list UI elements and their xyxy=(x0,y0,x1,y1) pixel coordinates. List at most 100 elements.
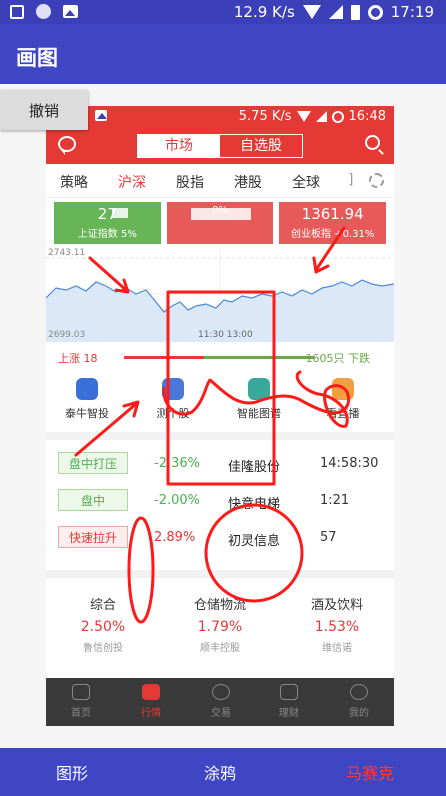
stock-name: 佳隆股份 xyxy=(228,460,281,475)
sector-item: 仓储物流 1.79% 顺丰控股 xyxy=(165,594,275,654)
alert-tag: 盘中打压 xyxy=(58,452,128,474)
index-card-chinext: 1361.94 创业板指 +0.31% xyxy=(279,202,387,244)
feature-live: 看直播 xyxy=(308,378,378,421)
notification-icon xyxy=(10,4,24,19)
undo-button[interactable]: 撤销 xyxy=(0,90,88,130)
nav-label: 首页 xyxy=(71,708,91,719)
stock-name: 初灵信息 xyxy=(228,534,281,549)
search-icon xyxy=(365,135,380,150)
sector-name: 综合 xyxy=(89,598,116,613)
sector-item: 综合 2.50% 鲁信创投 xyxy=(48,594,158,654)
drawing-toolbar: 图形 涂鸦 马赛克 xyxy=(0,748,446,796)
advance-bar xyxy=(124,356,204,359)
inner-status-bar: 5.75 K/s 16:48 xyxy=(46,106,394,128)
advance-decline: 上涨 18 1605只 下跌 xyxy=(54,350,386,366)
segment-market: 市场 xyxy=(138,135,220,157)
sector-leader: 维信诺 xyxy=(322,643,352,654)
nav-market: 行情 xyxy=(126,684,176,719)
image-notification-icon xyxy=(63,5,78,18)
sector-change: 2.50% xyxy=(80,619,126,635)
chat-icon xyxy=(58,136,76,155)
index-card-shenzhen: 0% xyxy=(166,202,274,244)
feature-row: 泰牛智投 测个股 智能图谱 看直播 xyxy=(46,374,394,428)
feature-smart-graph: 智能图谱 xyxy=(224,378,294,421)
sector-leader: 顺丰控股 xyxy=(200,643,240,654)
nav-home: 首页 xyxy=(56,684,106,719)
sector-name: 酒及饮料 xyxy=(310,598,363,613)
alert-time: 14:58:30 xyxy=(320,456,379,471)
mosaic-tool-button[interactable]: 马赛克 xyxy=(346,760,394,784)
chart-time-label: 11:30 13:00 xyxy=(198,330,253,340)
alert-tag: 快速拉升 xyxy=(58,526,128,548)
feature-label: 泰牛智投 xyxy=(65,407,109,420)
alert-list: 盘中打压 -2.36% 佳隆股份 14:58:30 盘中 -2.00% 快意电梯… xyxy=(46,444,394,555)
trade-icon xyxy=(212,684,230,700)
network-speed: 12.9 K/s xyxy=(233,3,295,21)
inner-bottom-nav: 首页 行情 交易 理财 我的 xyxy=(46,678,394,726)
index-value: 27 xyxy=(97,205,117,223)
market-icon xyxy=(142,684,160,700)
index-cards: 27 上证指数 5% 0% 1361.94 创业板指 +0.31% xyxy=(54,202,387,244)
stock-name: 快意电梯 xyxy=(228,497,281,512)
index-name: 上证指数 xyxy=(77,229,118,240)
inner-header: 市场 自选股 xyxy=(46,128,394,164)
alert-tag: 盘中 xyxy=(58,489,128,511)
stock-test-icon xyxy=(162,378,184,400)
divider xyxy=(46,432,394,440)
sync-icon xyxy=(367,4,383,20)
divider xyxy=(46,570,394,578)
circle-notification-icon xyxy=(36,4,51,19)
nav-profile: 我的 xyxy=(334,684,384,719)
smart-invest-icon xyxy=(76,378,98,400)
tab-shanghai-shenzhen: 沪深 xyxy=(118,175,146,191)
inner-network-speed: 5.75 K/s xyxy=(238,109,292,124)
sector-item: 酒及饮料 1.53% 维信诺 xyxy=(282,594,392,654)
chart-svg xyxy=(46,246,394,342)
intraday-chart: 2743.11 2699.03 11:30 13:00 xyxy=(46,246,394,342)
profile-icon xyxy=(350,684,368,700)
inner-wifi-icon xyxy=(296,111,311,122)
app-bar: 画图 xyxy=(0,24,446,84)
chart-low-label: 2699.03 xyxy=(48,330,86,340)
list-item: 快速拉升 2.89% 初灵信息 57 xyxy=(46,518,394,555)
tab-hongkong: 港股 xyxy=(234,175,262,191)
sector-leader: 鲁信创投 xyxy=(83,643,123,654)
screenshot-canvas[interactable]: 5.75 K/s 16:48 市场 自选股 策略 沪深 股指 港股 全球 ] 2… xyxy=(46,106,394,726)
wifi-icon xyxy=(302,5,321,19)
sector-change: 1.53% xyxy=(314,619,360,635)
gear-icon xyxy=(369,173,384,188)
feature-label: 测个股 xyxy=(156,407,190,420)
segment-watchlist: 自选股 xyxy=(240,138,282,154)
shape-tool-button[interactable]: 图形 xyxy=(56,760,88,784)
decline-count: 1605只 下跌 xyxy=(305,352,371,365)
index-card-shanghai: 27 上证指数 5% xyxy=(54,202,161,244)
index-change: +0.31% xyxy=(334,229,375,240)
nav-label: 行情 xyxy=(141,708,161,719)
battery-icon xyxy=(350,4,360,20)
tab-strategy: 策略 xyxy=(60,175,88,191)
alert-change: -2.00% xyxy=(154,493,200,508)
advance-count: 上涨 18 xyxy=(58,352,98,365)
alert-change: -2.36% xyxy=(154,456,200,471)
index-value: 1361.94 xyxy=(301,205,364,223)
doodle-tool-button[interactable]: 涂鸦 xyxy=(204,760,236,784)
nav-label: 理财 xyxy=(279,708,299,719)
feature-stock-test: 测个股 xyxy=(138,378,208,421)
status-bar: 12.9 K/s 17:19 xyxy=(0,0,446,24)
nav-finance: 理财 xyxy=(264,684,314,719)
tab-more: ] xyxy=(348,172,354,188)
chart-high-label: 2743.11 xyxy=(48,248,86,258)
sector-name: 仓储物流 xyxy=(193,598,246,613)
smart-graph-icon xyxy=(248,378,270,400)
live-icon xyxy=(332,378,354,400)
list-item: 盘中 -2.00% 快意电梯 1:21 xyxy=(46,481,394,518)
inner-signal-icon xyxy=(315,111,327,122)
nav-label: 交易 xyxy=(211,708,231,719)
inner-clock: 16:48 xyxy=(348,109,386,124)
market-tabs: 策略 沪深 股指 港股 全球 ] xyxy=(46,164,394,198)
feature-label: 看直播 xyxy=(326,407,360,420)
inner-image-icon xyxy=(95,110,107,121)
alert-change: 2.89% xyxy=(154,530,196,545)
clock: 17:19 xyxy=(390,3,434,21)
nav-trade: 交易 xyxy=(196,684,246,719)
